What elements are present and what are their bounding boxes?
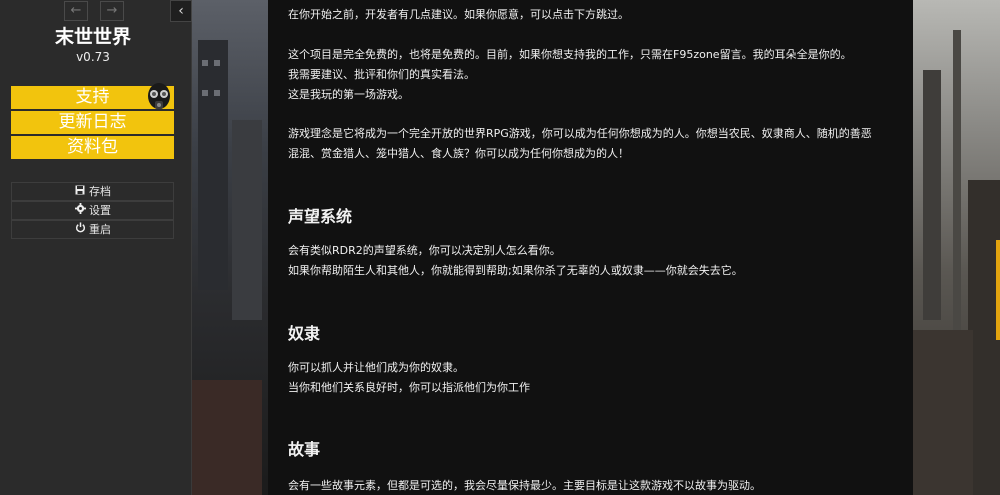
background-scenery-right [913,0,1000,495]
saves-label: 存档 [89,185,111,198]
settings-menu-button[interactable]: 设置 [11,201,174,220]
free-text-line-3: 这是我玩的第一场游戏。 [288,88,409,101]
arrow-left-icon: ← [70,3,82,18]
settings-label: 设置 [89,204,111,217]
history-back-button[interactable]: ← [64,1,88,21]
slave-heading: 奴隶 [288,324,321,343]
restart-label: 重启 [89,223,111,236]
free-text-line-1: 这个项目是完全免费的，也将是免费的。目前，如果你想支持我的工作，只需在F95zo… [288,48,852,61]
game-window: ← → ‹ 末世世界 v0.73 支持 更新日志 资料包 存档 设置 重启 在你… [0,0,1000,495]
power-icon [74,221,86,238]
saves-menu-button[interactable]: 存档 [11,182,174,201]
history-forward-button[interactable]: → [100,1,124,21]
background-scenery-left [192,0,268,495]
passage: 在你开始之前，开发者有几点建议。如果你愿意，可以点击下方跳过。 这个项目是完全免… [268,0,913,495]
ui-bar-toggle-button[interactable]: ‹ [170,0,192,22]
gear-icon [74,202,86,219]
slave-text-line-1: 你可以抓人并让他们成为你的奴隶。 [288,361,464,374]
slave-text-line-2: 当你和他们关系良好时，你可以指派他们为你工作 [288,381,530,394]
chevron-left-icon: ‹ [178,3,184,19]
free-text-line-2: 我需要建议、批评和你们的真实看法。 [288,68,475,81]
ui-bar: ← → ‹ 末世世界 v0.73 支持 更新日志 资料包 存档 设置 重启 [0,0,192,495]
save-icon [74,183,86,200]
intro-text: 在你开始之前，开发者有几点建议。如果你愿意，可以点击下方跳过。 [288,8,629,21]
arrow-right-icon: → [106,3,118,18]
reputation-text-line-2: 如果你帮助陌生人和其他人，你就能得到帮助;如果你杀了无辜的人或奴隶——你就会失去… [288,264,743,277]
story-text-line-1: 会有一些故事元素，但都是可选的，我会尽量保持最少。主要目标是让这款游戏不以故事为… [288,479,761,492]
story-heading: 故事 [288,440,321,459]
concept-text-line-1: 游戏理念是它将成为一个完全开放的世界RPG游戏，你可以成为任何你想成为的人。你想… [288,127,872,140]
story-version: v0.73 [76,50,110,64]
changelog-link[interactable]: 更新日志 [11,111,174,134]
reputation-heading: 声望系统 [288,207,353,226]
story-title: 末世世界 [54,26,131,48]
restart-menu-button[interactable]: 重启 [11,220,174,239]
resources-link[interactable]: 资料包 [11,136,174,159]
scroll-indicator [996,240,1000,340]
reputation-text-line-1: 会有类似RDR2的声望系统，你可以决定别人怎么看你。 [288,244,561,257]
gas-mask-icon [148,83,170,109]
concept-text-line-2: 混混、赏金猎人、笼中猎人、食人族？你可以成为任何你想成为的人！ [288,147,629,160]
